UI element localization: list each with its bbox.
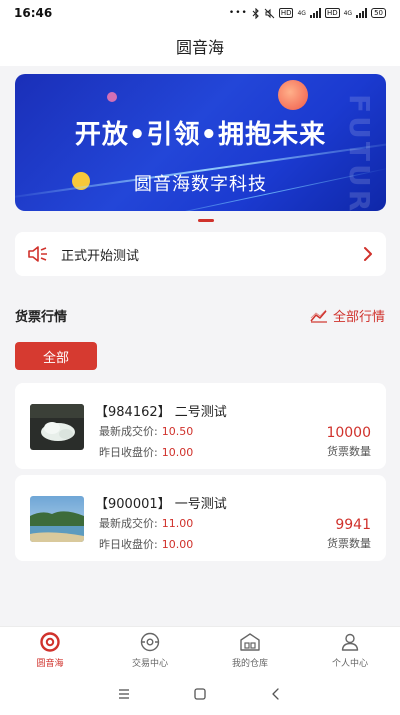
prev-close-row: 昨日收盘价: 10.00 (99, 536, 193, 552)
hd-tag-2: HD (324, 8, 340, 18)
hd-tag: HD (278, 8, 294, 18)
prev-close-row: 昨日收盘价: 10.00 (99, 444, 193, 460)
home-square-icon[interactable] (193, 687, 207, 701)
filter-all-button[interactable]: 全部 (15, 342, 97, 370)
market-item-card[interactable]: 【900001】 一号测试 最新成交价: 11.00 昨日收盘价: 10.00 99… (15, 475, 386, 561)
latest-price-value: 11.00 (161, 517, 194, 530)
warehouse-icon (240, 632, 260, 651)
nav-label: 个人中心 (331, 658, 368, 669)
trade-icon (140, 632, 160, 651)
prev-close-value: 10.00 (161, 538, 194, 551)
ticket-quantity-label: 货票数量 (327, 445, 371, 458)
product-thumbnail (30, 404, 84, 450)
prev-close-label: 昨日收盘价: (99, 538, 158, 551)
network-tag: 4G (297, 9, 306, 17)
nav-item-home[interactable]: 圆音海 (0, 627, 100, 672)
network-tag-2: 4G (343, 9, 353, 17)
more-dots-icon: ••• (228, 8, 248, 18)
bluetooth-icon (252, 7, 259, 19)
banner-decoration-orb (278, 80, 308, 110)
all-market-label: 全部行情 (332, 310, 385, 325)
menu-icon[interactable] (117, 687, 131, 701)
product-thumbnail (30, 496, 84, 542)
battery-icon: 50 (371, 8, 386, 18)
battery-level: 50 (374, 9, 383, 17)
item-title: 【984162】 二号测试 (95, 405, 227, 420)
nav-item-warehouse[interactable]: 我的仓库 (200, 627, 300, 672)
trend-chart-icon (310, 309, 327, 323)
back-icon[interactable] (269, 687, 283, 701)
bottom-nav: 圆音海 交易中心 我的仓库 个人中心 (0, 626, 400, 672)
mute-icon (264, 8, 275, 18)
signal-icon (309, 8, 321, 18)
latest-price-value: 10.50 (161, 425, 194, 438)
promo-banner[interactable]: FUTURE 开放•引领•拥抱未来 圆音海数字科技 (15, 74, 386, 211)
nav-label: 交易中心 (131, 658, 168, 669)
prev-close-label: 昨日收盘价: (99, 446, 158, 459)
notice-text: 正式开始测试 (61, 248, 140, 264)
page-title: 圆音海 (175, 38, 224, 57)
status-bar: 16:46 ••• HD 4G HD 4G 50 (0, 0, 400, 26)
latest-price-row: 最新成交价: 10.50 (99, 423, 193, 439)
banner-slogan: 开放•引领•拥抱未来 (74, 120, 327, 150)
ticket-quantity: 9941 (335, 517, 371, 533)
ticket-quantity: 10000 (326, 425, 371, 441)
carousel-indicator (198, 219, 214, 222)
nav-item-trade[interactable]: 交易中心 (100, 627, 200, 672)
nav-label: 我的仓库 (231, 658, 268, 669)
speaker-icon (28, 246, 47, 262)
section-title: 货票行情 (15, 310, 68, 325)
all-market-link[interactable]: 全部行情 (310, 306, 385, 325)
item-title: 【900001】 一号测试 (95, 497, 227, 512)
profile-icon (341, 633, 359, 651)
chevron-right-icon (364, 247, 372, 261)
latest-price-row: 最新成交价: 11.00 (99, 515, 193, 531)
home-ring-icon (40, 631, 60, 652)
status-time: 16:46 (14, 6, 53, 20)
latest-price-label: 最新成交价: (99, 425, 158, 438)
status-icons: ••• HD 4G HD 4G 50 (228, 7, 386, 19)
app-header: 圆音海 (0, 26, 400, 66)
latest-price-label: 最新成交价: (99, 517, 158, 530)
signal-icon-2 (356, 8, 368, 18)
ticket-quantity-label: 货票数量 (327, 537, 371, 550)
nav-item-profile[interactable]: 个人中心 (300, 627, 400, 672)
prev-close-value: 10.00 (161, 446, 194, 459)
system-nav-bar (0, 672, 400, 715)
notice-bar[interactable]: 正式开始测试 (15, 232, 386, 276)
nav-label: 圆音海 (36, 658, 64, 669)
market-item-card[interactable]: 【984162】 二号测试 最新成交价: 10.50 昨日收盘价: 10.00 10… (15, 383, 386, 469)
banner-company: 圆音海数字科技 (134, 174, 267, 195)
banner-decoration-dot (107, 92, 117, 102)
